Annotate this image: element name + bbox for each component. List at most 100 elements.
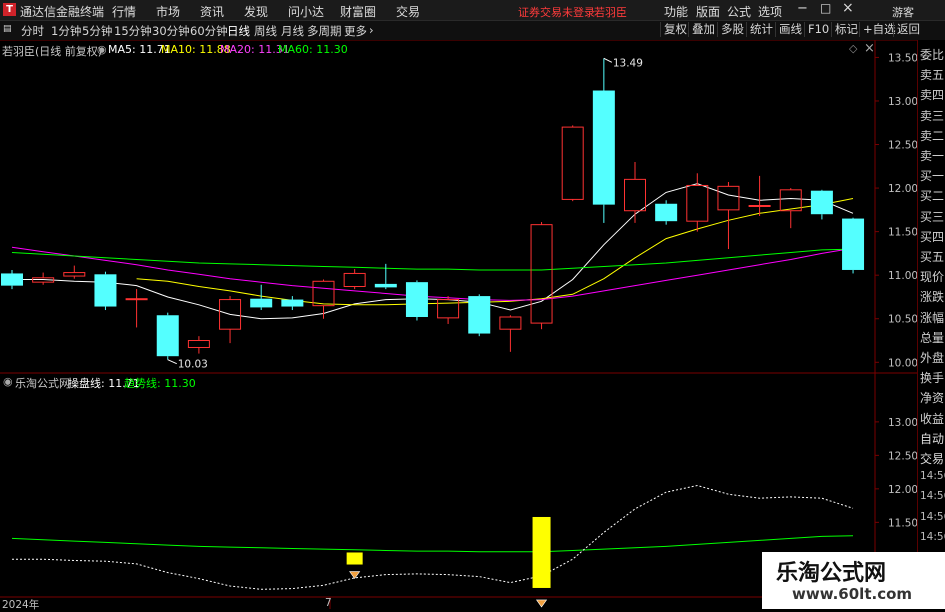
- candle: [686, 173, 709, 232]
- quote-panel-item[interactable]: 卖五: [920, 66, 944, 83]
- candle: [125, 289, 148, 328]
- period-tab-multi[interactable]: 多周期: [307, 23, 342, 39]
- close-icon[interactable]: ×: [842, 0, 854, 16]
- period-tab-daily[interactable]: 日线: [227, 23, 250, 39]
- menu-item-ask[interactable]: 问小达: [288, 3, 324, 20]
- quote-panel-item[interactable]: 卖一: [920, 147, 944, 164]
- grid-menu-icon[interactable]: ▤: [3, 24, 12, 34]
- quote-panel-item[interactable]: 涨跌: [920, 288, 944, 305]
- watermark-name: 乐淘公式网: [776, 561, 887, 586]
- candle-body: [499, 316, 522, 330]
- period-tab-5min[interactable]: 5分钟: [82, 23, 112, 39]
- quote-panel-item[interactable]: 净资: [920, 389, 944, 406]
- draw-line-button[interactable]: 画线: [775, 22, 805, 37]
- kline-chart[interactable]: 13.49 10.03 13.50 13.00 12.50 12.00 11.50 11.0…: [0, 40, 917, 609]
- candle-body: [94, 274, 117, 307]
- candle-body: [125, 298, 148, 301]
- back-button[interactable]: 返回: [893, 22, 923, 37]
- restore-rights-button[interactable]: 复权: [660, 22, 690, 37]
- period-tab-weekly[interactable]: 周线: [254, 23, 277, 39]
- y-tick-label: 11.50: [888, 227, 917, 239]
- top-menu-bar: T 通达信金融终端 行情 市场 资讯 发现 问小达 财富圈 交易 证券交易未登录…: [0, 0, 945, 21]
- quote-panel-item[interactable]: 买五: [920, 248, 944, 265]
- quote-panel-item[interactable]: 买三: [920, 208, 944, 225]
- quote-panel-item[interactable]: 14:56: [920, 490, 945, 502]
- menu-item-discover[interactable]: 发现: [244, 3, 268, 20]
- candle: [561, 125, 584, 202]
- statistics-button[interactable]: 统计: [746, 22, 776, 37]
- maximize-icon[interactable]: □: [820, 1, 831, 15]
- signal-diamond-icon: [535, 599, 548, 608]
- overlay-button[interactable]: 叠加: [688, 22, 718, 37]
- menu-item-formula[interactable]: 公式: [727, 3, 751, 20]
- multi-stock-button[interactable]: 多股: [717, 22, 747, 37]
- period-tab-15min[interactable]: 15分钟: [114, 23, 152, 39]
- y-tick-label: 12.50: [888, 140, 917, 152]
- candle-body: [717, 185, 740, 211]
- period-toolbar: ▤ 分时 1分钟 5分钟 15分钟 30分钟 60分钟 日线 周线 月线 多周期…: [0, 21, 945, 41]
- candle: [219, 296, 242, 344]
- menu-item-function[interactable]: 功能: [664, 3, 688, 20]
- y-tick-label: 11.50: [888, 517, 917, 529]
- quote-panel-item[interactable]: 委比: [920, 46, 944, 63]
- quote-panel-item[interactable]: 买一: [920, 167, 944, 184]
- menu-item-options[interactable]: 选项: [758, 3, 782, 20]
- quote-panel-item[interactable]: 自动: [920, 430, 944, 447]
- menu-item-layout[interactable]: 版面: [696, 3, 720, 20]
- login-warning[interactable]: 证券交易未登录: [518, 4, 595, 20]
- quote-panel-item[interactable]: 14:56: [920, 531, 945, 543]
- candle-body: [686, 184, 709, 222]
- chevron-right-icon[interactable]: ›: [369, 23, 374, 37]
- candle: [530, 222, 553, 330]
- low-price-label: 10.03: [178, 359, 208, 371]
- candle: [187, 336, 210, 354]
- quote-panel-item[interactable]: 外盘: [920, 349, 944, 366]
- minimize-icon[interactable]: −: [797, 1, 808, 16]
- candle-body: [655, 203, 678, 222]
- candle-body: [748, 205, 771, 207]
- period-tab-60min[interactable]: 60分钟: [190, 23, 228, 39]
- x-axis-month-label: 7: [325, 597, 332, 609]
- period-tab-1min[interactable]: 1分钟: [51, 23, 81, 39]
- candle-body: [63, 272, 86, 277]
- menu-item-news[interactable]: 资讯: [200, 3, 224, 20]
- quote-panel-item[interactable]: 14:56: [920, 511, 945, 523]
- ma-line-ma20: [11, 246, 854, 301]
- candle: [624, 161, 646, 223]
- menu-item-trade[interactable]: 交易: [396, 3, 420, 20]
- quote-panel-item[interactable]: 卖三: [920, 107, 944, 124]
- trend-line: [11, 535, 854, 553]
- candle-body: [374, 283, 397, 288]
- quote-panel-item[interactable]: 14:56: [920, 470, 945, 482]
- signal-bar: [532, 516, 551, 588]
- quote-panel-item[interactable]: 收益: [920, 410, 944, 427]
- menu-item-quotes[interactable]: 行情: [112, 3, 136, 20]
- candle-body: [343, 272, 366, 288]
- y-tick-label: 12.00: [888, 183, 917, 195]
- period-tab-30min[interactable]: 30分钟: [152, 23, 190, 39]
- quote-panel-item[interactable]: 买四: [920, 228, 944, 245]
- quote-panel-item[interactable]: 总量: [920, 329, 944, 346]
- f10-button[interactable]: F10: [804, 22, 832, 37]
- candle: [842, 217, 865, 274]
- quote-panel-item[interactable]: 卖二: [920, 127, 944, 144]
- candle-body: [187, 340, 210, 348]
- candle: [156, 312, 179, 360]
- ma-line-ma60: [11, 248, 854, 271]
- app-title: 通达信金融终端: [20, 5, 105, 19]
- guest-label[interactable]: 游客: [892, 4, 914, 20]
- mark-button[interactable]: 标记: [831, 22, 861, 37]
- menu-item-market[interactable]: 市场: [156, 3, 180, 20]
- menu-item-wealth[interactable]: 财富圈: [340, 3, 376, 20]
- period-tab-intraday[interactable]: 分时: [21, 23, 44, 39]
- quote-panel-item[interactable]: 交易: [920, 450, 944, 467]
- quote-panel-item[interactable]: 涨幅: [920, 309, 944, 326]
- period-tab-more[interactable]: 更多: [344, 23, 367, 39]
- quote-panel-item[interactable]: 买二: [920, 187, 944, 204]
- period-tab-monthly[interactable]: 月线: [281, 23, 304, 39]
- quote-panel-item[interactable]: 现价: [920, 268, 944, 285]
- candle: [63, 265, 86, 279]
- quote-panel-item[interactable]: 卖四: [920, 86, 944, 103]
- quote-panel-item[interactable]: 换手: [920, 369, 944, 386]
- y-tick-label: 10.50: [888, 314, 917, 326]
